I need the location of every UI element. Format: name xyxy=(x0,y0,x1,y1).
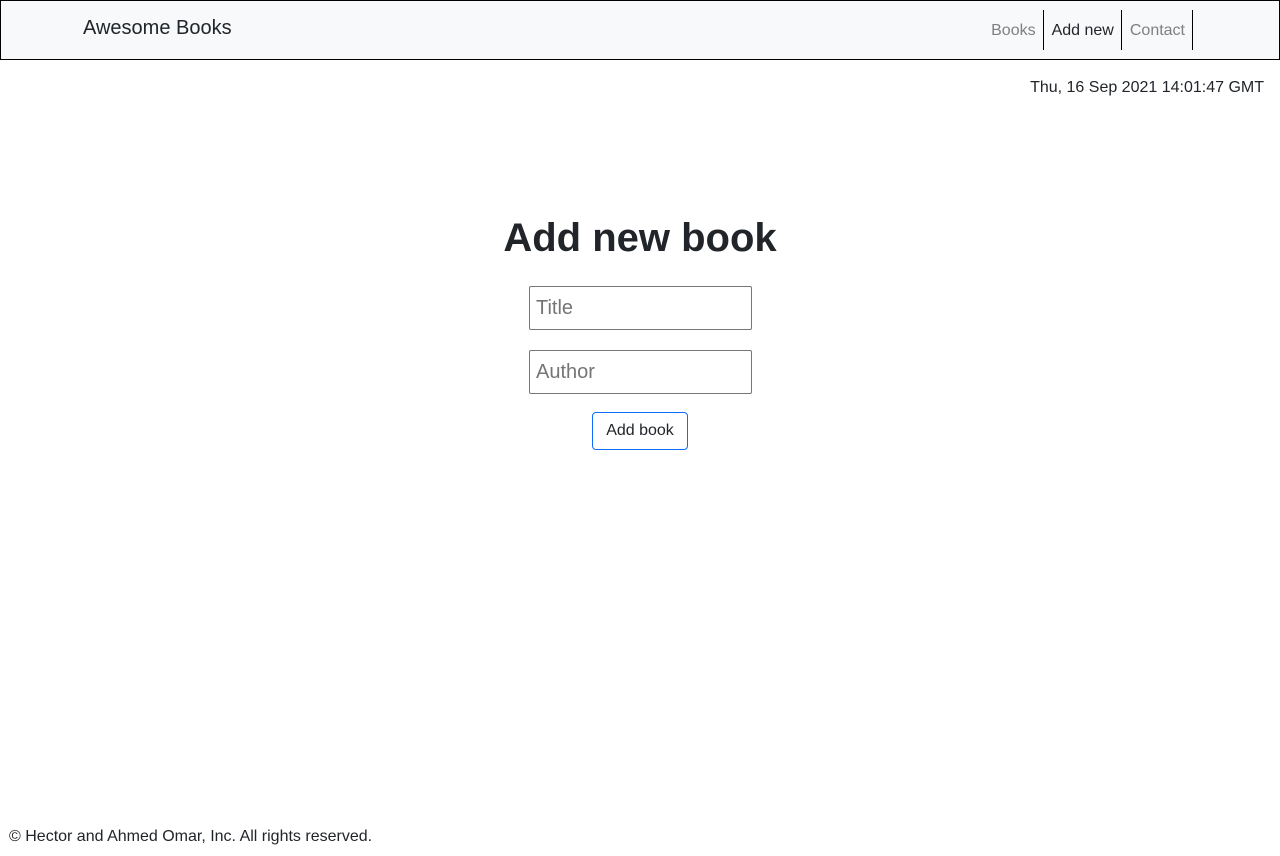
navbar: Awesome Books Books Add new Contact xyxy=(0,0,1280,60)
page: Awesome Books Books Add new Contact Thu,… xyxy=(0,0,1280,856)
nav-link-add-new[interactable]: Add new xyxy=(1044,10,1122,50)
page-title: Add new book xyxy=(503,216,777,260)
author-input[interactable] xyxy=(529,350,752,394)
nav-links: Books Add new Contact xyxy=(991,10,1193,50)
title-input[interactable] xyxy=(529,286,752,330)
nav-link-books[interactable]: Books xyxy=(991,10,1044,50)
date-time: Thu, 16 Sep 2021 14:01:47 GMT xyxy=(1030,79,1264,96)
footer-copyright: © Hector and Ahmed Omar, Inc. All rights… xyxy=(9,828,373,845)
brand-link[interactable]: Awesome Books xyxy=(83,16,232,40)
add-book-button[interactable]: Add book xyxy=(592,412,688,450)
nav-link-contact[interactable]: Contact xyxy=(1122,10,1193,50)
